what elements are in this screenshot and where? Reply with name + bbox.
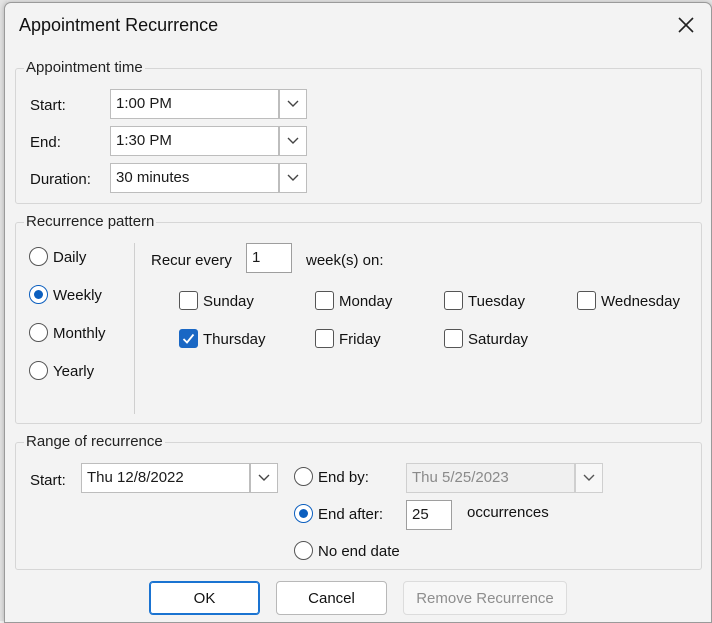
tuesday-label: Tuesday: [468, 293, 525, 310]
cancel-button[interactable]: Cancel: [276, 581, 387, 615]
thursday-checkbox[interactable]: [179, 329, 198, 348]
monthly-radio[interactable]: [29, 323, 48, 342]
friday-label: Friday: [339, 331, 381, 348]
pattern-divider: [134, 243, 135, 414]
daily-radio[interactable]: [29, 247, 48, 266]
monday-label: Monday: [339, 293, 393, 310]
ok-button[interactable]: OK: [149, 581, 260, 615]
end-by-combo[interactable]: Thu 5/25/2023: [406, 463, 603, 493]
start-time-label: Start:: [30, 97, 66, 114]
end-time-combo[interactable]: 1:30 PM: [110, 126, 307, 156]
range-start-combo[interactable]: Thu 12/8/2022: [81, 463, 278, 493]
range-start-dropdown-button[interactable]: [250, 463, 278, 493]
end-after-input[interactable]: 25: [406, 500, 452, 530]
remove-recurrence-button[interactable]: Remove Recurrence: [403, 581, 567, 615]
end-time-value: 1:30 PM: [116, 132, 172, 149]
close-button[interactable]: [671, 11, 701, 39]
end-by-radio[interactable]: [294, 467, 313, 486]
no-end-date-radio[interactable]: [294, 541, 313, 560]
weekly-radio[interactable]: [29, 285, 48, 304]
duration-label: Duration:: [30, 171, 91, 188]
yearly-label: Yearly: [53, 363, 95, 380]
saturday-checkbox[interactable]: [444, 329, 463, 348]
monday-checkbox[interactable]: [315, 291, 334, 310]
appointment-time-legend: Appointment time: [24, 59, 145, 76]
chevron-down-icon: [287, 100, 299, 107]
end-time-dropdown-button[interactable]: [279, 126, 307, 156]
end-after-label: End after:: [318, 506, 384, 523]
recur-every-value: 1: [252, 249, 261, 266]
range-start-value: Thu 12/8/2022: [87, 469, 184, 486]
dialog-title: Appointment Recurrence: [19, 15, 219, 35]
duration-dropdown-button[interactable]: [279, 163, 307, 193]
recur-every-label: Recur every: [151, 252, 232, 269]
occurrences-label: occurrences: [467, 504, 549, 521]
saturday-label: Saturday: [468, 331, 529, 348]
yearly-radio[interactable]: [29, 361, 48, 380]
end-after-radio[interactable]: [294, 504, 313, 523]
wednesday-checkbox[interactable]: [577, 291, 596, 310]
weeks-on-label: week(s) on:: [306, 252, 384, 269]
tuesday-checkbox[interactable]: [444, 291, 463, 310]
chevron-down-icon: [287, 137, 299, 144]
monthly-label: Monthly: [53, 325, 106, 342]
start-time-combo[interactable]: 1:00 PM: [110, 89, 307, 119]
range-legend: Range of recurrence: [24, 433, 165, 450]
thursday-label: Thursday: [203, 331, 266, 348]
end-by-label: End by:: [318, 469, 369, 486]
start-time-value: 1:00 PM: [116, 95, 172, 112]
duration-combo[interactable]: 30 minutes: [110, 163, 307, 193]
wednesday-label: Wednesday: [601, 293, 680, 310]
sunday-checkbox[interactable]: [179, 291, 198, 310]
chevron-down-icon: [258, 474, 270, 481]
end-after-value: 25: [412, 506, 429, 523]
recurrence-pattern-legend: Recurrence pattern: [24, 213, 157, 230]
no-end-date-label: No end date: [318, 543, 400, 560]
end-by-value: Thu 5/25/2023: [412, 469, 509, 486]
chevron-down-icon: [583, 474, 595, 481]
checkmark-icon: [182, 333, 195, 344]
daily-label: Daily: [53, 249, 87, 266]
duration-value: 30 minutes: [116, 169, 190, 186]
sunday-label: Sunday: [203, 293, 254, 310]
weekly-label: Weekly: [53, 287, 102, 304]
friday-checkbox[interactable]: [315, 329, 334, 348]
chevron-down-icon: [287, 174, 299, 181]
recur-every-input[interactable]: 1: [246, 243, 292, 273]
end-time-label: End:: [30, 134, 61, 151]
start-time-dropdown-button[interactable]: [279, 89, 307, 119]
range-start-label: Start:: [30, 472, 66, 489]
close-icon: [678, 17, 694, 33]
end-by-dropdown-button[interactable]: [575, 463, 603, 493]
